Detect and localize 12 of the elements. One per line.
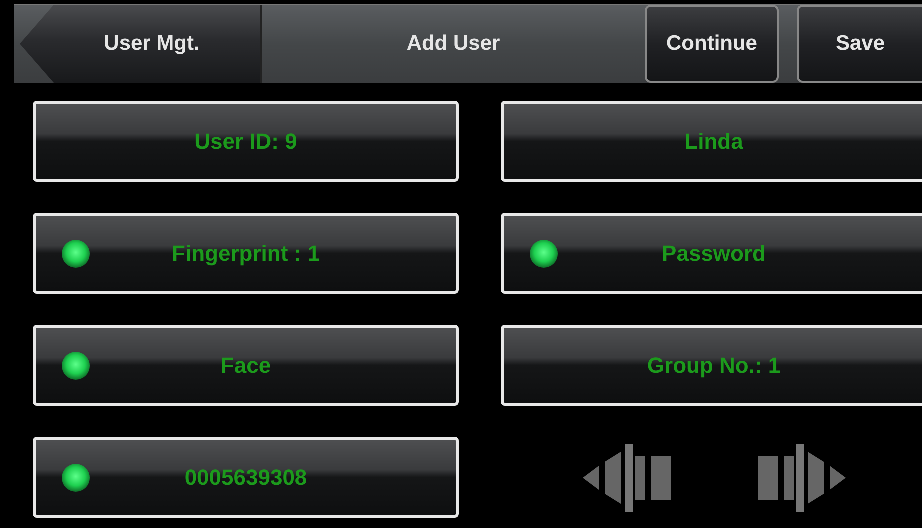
field-button[interactable]: User ID: 9 [33,101,459,182]
field-button[interactable]: Face [33,325,459,406]
field-button[interactable]: Group No.: 1 [501,325,922,406]
save-button[interactable]: Save [797,5,922,83]
field-button[interactable]: Fingerprint : 1 [33,213,459,294]
continue-button[interactable]: Continue [645,5,779,83]
back-button[interactable]: User Mgt. [20,5,260,83]
field-button[interactable]: 0005639308 [33,437,459,518]
field-button[interactable]: Password [501,213,922,294]
left-arrow-icon[interactable] [582,442,672,514]
right-arrow-icon[interactable] [756,442,846,514]
field-button[interactable]: Linda [501,101,922,182]
